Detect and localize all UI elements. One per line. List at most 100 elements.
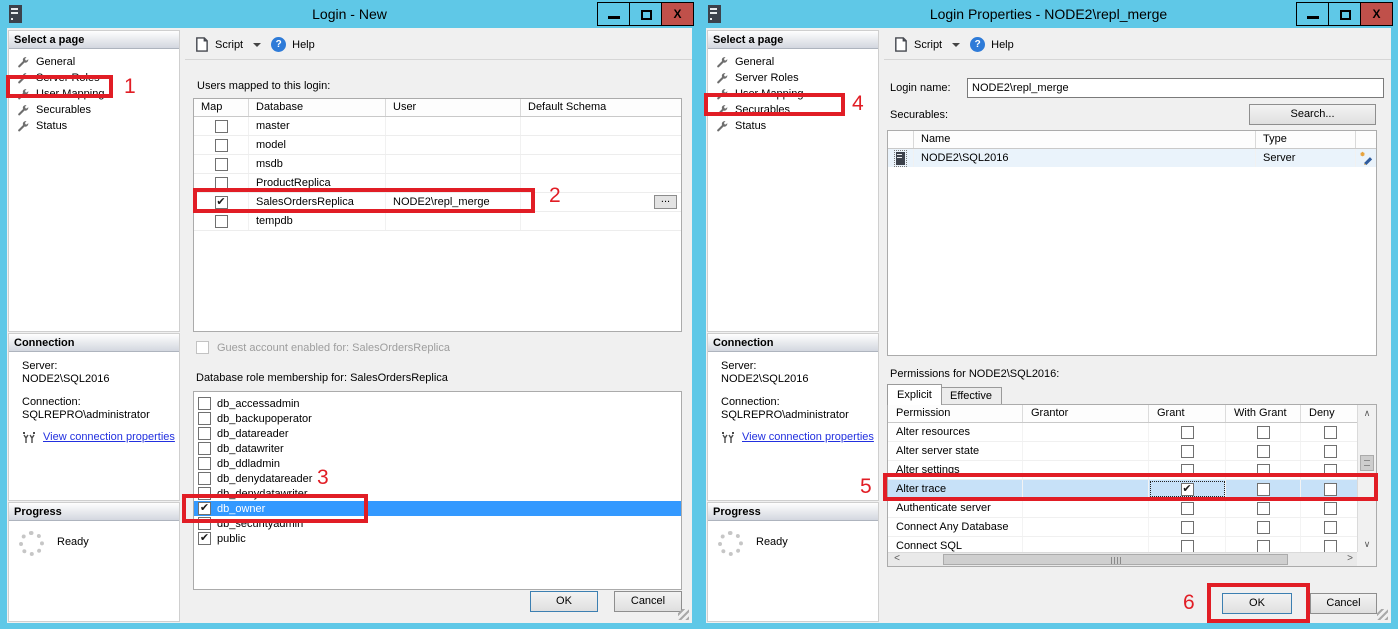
checkbox[interactable] <box>198 442 211 455</box>
guest-account-checkbox[interactable] <box>196 341 209 354</box>
sidebar-item-user-mapping[interactable]: User Mapping <box>708 86 878 102</box>
checkbox[interactable] <box>198 397 211 410</box>
checkbox[interactable] <box>214 214 228 228</box>
sidebar-item-status[interactable]: Status <box>708 118 878 134</box>
role-item-db_datawriter[interactable]: db_datawriter <box>194 441 681 456</box>
chevron-down-icon[interactable] <box>253 42 262 47</box>
permission-row[interactable]: Alter settings <box>888 461 1359 480</box>
checkbox[interactable] <box>1180 463 1194 477</box>
tab-explicit[interactable]: Explicit <box>887 384 942 405</box>
cancel-button[interactable]: Cancel <box>614 591 682 612</box>
close-button[interactable]: X <box>1360 2 1393 26</box>
script-button[interactable]: Script <box>914 39 942 51</box>
checkbox[interactable] <box>214 119 228 133</box>
role-item-public[interactable]: ✔ public <box>194 531 681 546</box>
maximize-button[interactable] <box>1328 2 1361 26</box>
minimize-button[interactable] <box>1296 2 1329 26</box>
checkbox[interactable]: ✔ <box>1180 482 1194 496</box>
checkbox[interactable] <box>198 517 211 530</box>
table-row[interactable]: msdb <box>194 155 681 174</box>
chevron-down-icon[interactable] <box>952 42 961 47</box>
vertical-scrollbar[interactable]: ∧ ∨ <box>1357 405 1376 554</box>
table-row[interactable]: ProductReplica <box>194 174 681 193</box>
checkbox[interactable] <box>1323 501 1337 515</box>
titlebar[interactable]: Login Properties - NODE2\repl_merge X <box>699 0 1398 28</box>
table-row[interactable]: master <box>194 117 681 136</box>
checkbox[interactable] <box>1323 444 1337 458</box>
tab-effective[interactable]: Effective <box>940 387 1002 405</box>
scroll-left-icon[interactable]: < <box>889 553 905 566</box>
checkbox[interactable] <box>1323 482 1337 496</box>
scrollbar-thumb[interactable] <box>943 554 1288 565</box>
sidebar-item-securables[interactable]: Securables <box>9 102 179 118</box>
sidebar-item-general[interactable]: General <box>9 54 179 70</box>
checkbox[interactable] <box>1256 444 1270 458</box>
maximize-button[interactable] <box>629 2 662 26</box>
table-row[interactable]: model <box>194 136 681 155</box>
permission-row[interactable]: Alter server state <box>888 442 1359 461</box>
checkbox[interactable] <box>198 472 211 485</box>
role-item-db_accessadmin[interactable]: db_accessadmin <box>194 396 681 411</box>
checkbox[interactable] <box>198 487 211 500</box>
help-button[interactable]: Help <box>292 39 315 51</box>
sidebar-item-server-roles[interactable]: Server Roles <box>9 70 179 86</box>
role-item-db_denydatareader[interactable]: db_denydatareader <box>194 471 681 486</box>
checkbox[interactable] <box>1180 425 1194 439</box>
securable-row[interactable]: NODE2\SQL2016 Server <box>888 149 1376 167</box>
permission-row[interactable]: Alter trace ✔ <box>888 480 1359 499</box>
checkbox[interactable] <box>198 427 211 440</box>
table-row[interactable]: ✔ SalesOrdersReplica NODE2\repl_merge... <box>194 193 681 212</box>
checkbox[interactable] <box>1256 425 1270 439</box>
cancel-button[interactable]: Cancel <box>1310 593 1377 614</box>
scroll-right-icon[interactable]: > <box>1342 553 1358 566</box>
checkbox[interactable] <box>198 457 211 470</box>
checkbox[interactable] <box>1180 539 1194 553</box>
scroll-down-icon[interactable]: ∨ <box>1358 537 1376 553</box>
horizontal-scrollbar[interactable]: < > <box>888 552 1359 566</box>
sidebar-item-general[interactable]: General <box>708 54 878 70</box>
role-item-db_datareader[interactable]: db_datareader <box>194 426 681 441</box>
checkbox[interactable]: ✔ <box>198 502 211 515</box>
permission-row[interactable]: Connect Any Database <box>888 518 1359 537</box>
sidebar-item-securables[interactable]: Securables <box>708 102 878 118</box>
search-button[interactable]: Search... <box>1249 104 1376 125</box>
ok-button[interactable]: OK <box>1222 593 1292 614</box>
checkbox[interactable] <box>1256 539 1270 553</box>
checkbox[interactable] <box>1323 425 1337 439</box>
checkbox[interactable] <box>1180 501 1194 515</box>
close-button[interactable]: X <box>661 2 694 26</box>
checkbox[interactable] <box>214 138 228 152</box>
checkbox[interactable]: ✔ <box>214 195 228 209</box>
permission-row[interactable]: Authenticate server <box>888 499 1359 518</box>
checkbox[interactable] <box>214 176 228 190</box>
resize-grip[interactable] <box>1377 609 1388 620</box>
checkbox[interactable]: ✔ <box>198 532 211 545</box>
view-connection-properties-link[interactable]: View connection properties <box>43 431 175 444</box>
checkbox[interactable] <box>1256 463 1270 477</box>
view-connection-properties-link[interactable]: View connection properties <box>742 431 874 444</box>
script-button[interactable]: Script <box>215 39 243 51</box>
role-item-db_ddladmin[interactable]: db_ddladmin <box>194 456 681 471</box>
table-row[interactable]: tempdb <box>194 212 681 231</box>
edit-permissions-icon[interactable] <box>1359 151 1373 165</box>
resize-grip[interactable] <box>678 609 689 620</box>
checkbox[interactable] <box>198 412 211 425</box>
checkbox[interactable] <box>1323 520 1337 534</box>
checkbox[interactable] <box>1180 520 1194 534</box>
role-item-db_securityadmin[interactable]: db_securityadmin <box>194 516 681 531</box>
checkbox[interactable] <box>1256 482 1270 496</box>
role-item-db_backupoperator[interactable]: db_backupoperator <box>194 411 681 426</box>
sidebar-item-user-mapping[interactable]: User Mapping <box>9 86 179 102</box>
ok-button[interactable]: OK <box>530 591 598 612</box>
checkbox[interactable] <box>1323 463 1337 477</box>
role-item-db_denydatawriter[interactable]: db_denydatawriter <box>194 486 681 501</box>
sidebar-item-server-roles[interactable]: Server Roles <box>708 70 878 86</box>
titlebar[interactable]: Login - New X <box>0 0 699 28</box>
role-item-db_owner[interactable]: ✔ db_owner <box>194 501 681 516</box>
permission-row[interactable]: Alter resources <box>888 423 1359 442</box>
scrollbar-thumb[interactable] <box>1360 455 1374 471</box>
scroll-up-icon[interactable]: ∧ <box>1358 406 1376 422</box>
checkbox[interactable] <box>214 157 228 171</box>
checkbox[interactable] <box>1256 520 1270 534</box>
login-name-field[interactable]: NODE2\repl_merge <box>967 78 1384 98</box>
